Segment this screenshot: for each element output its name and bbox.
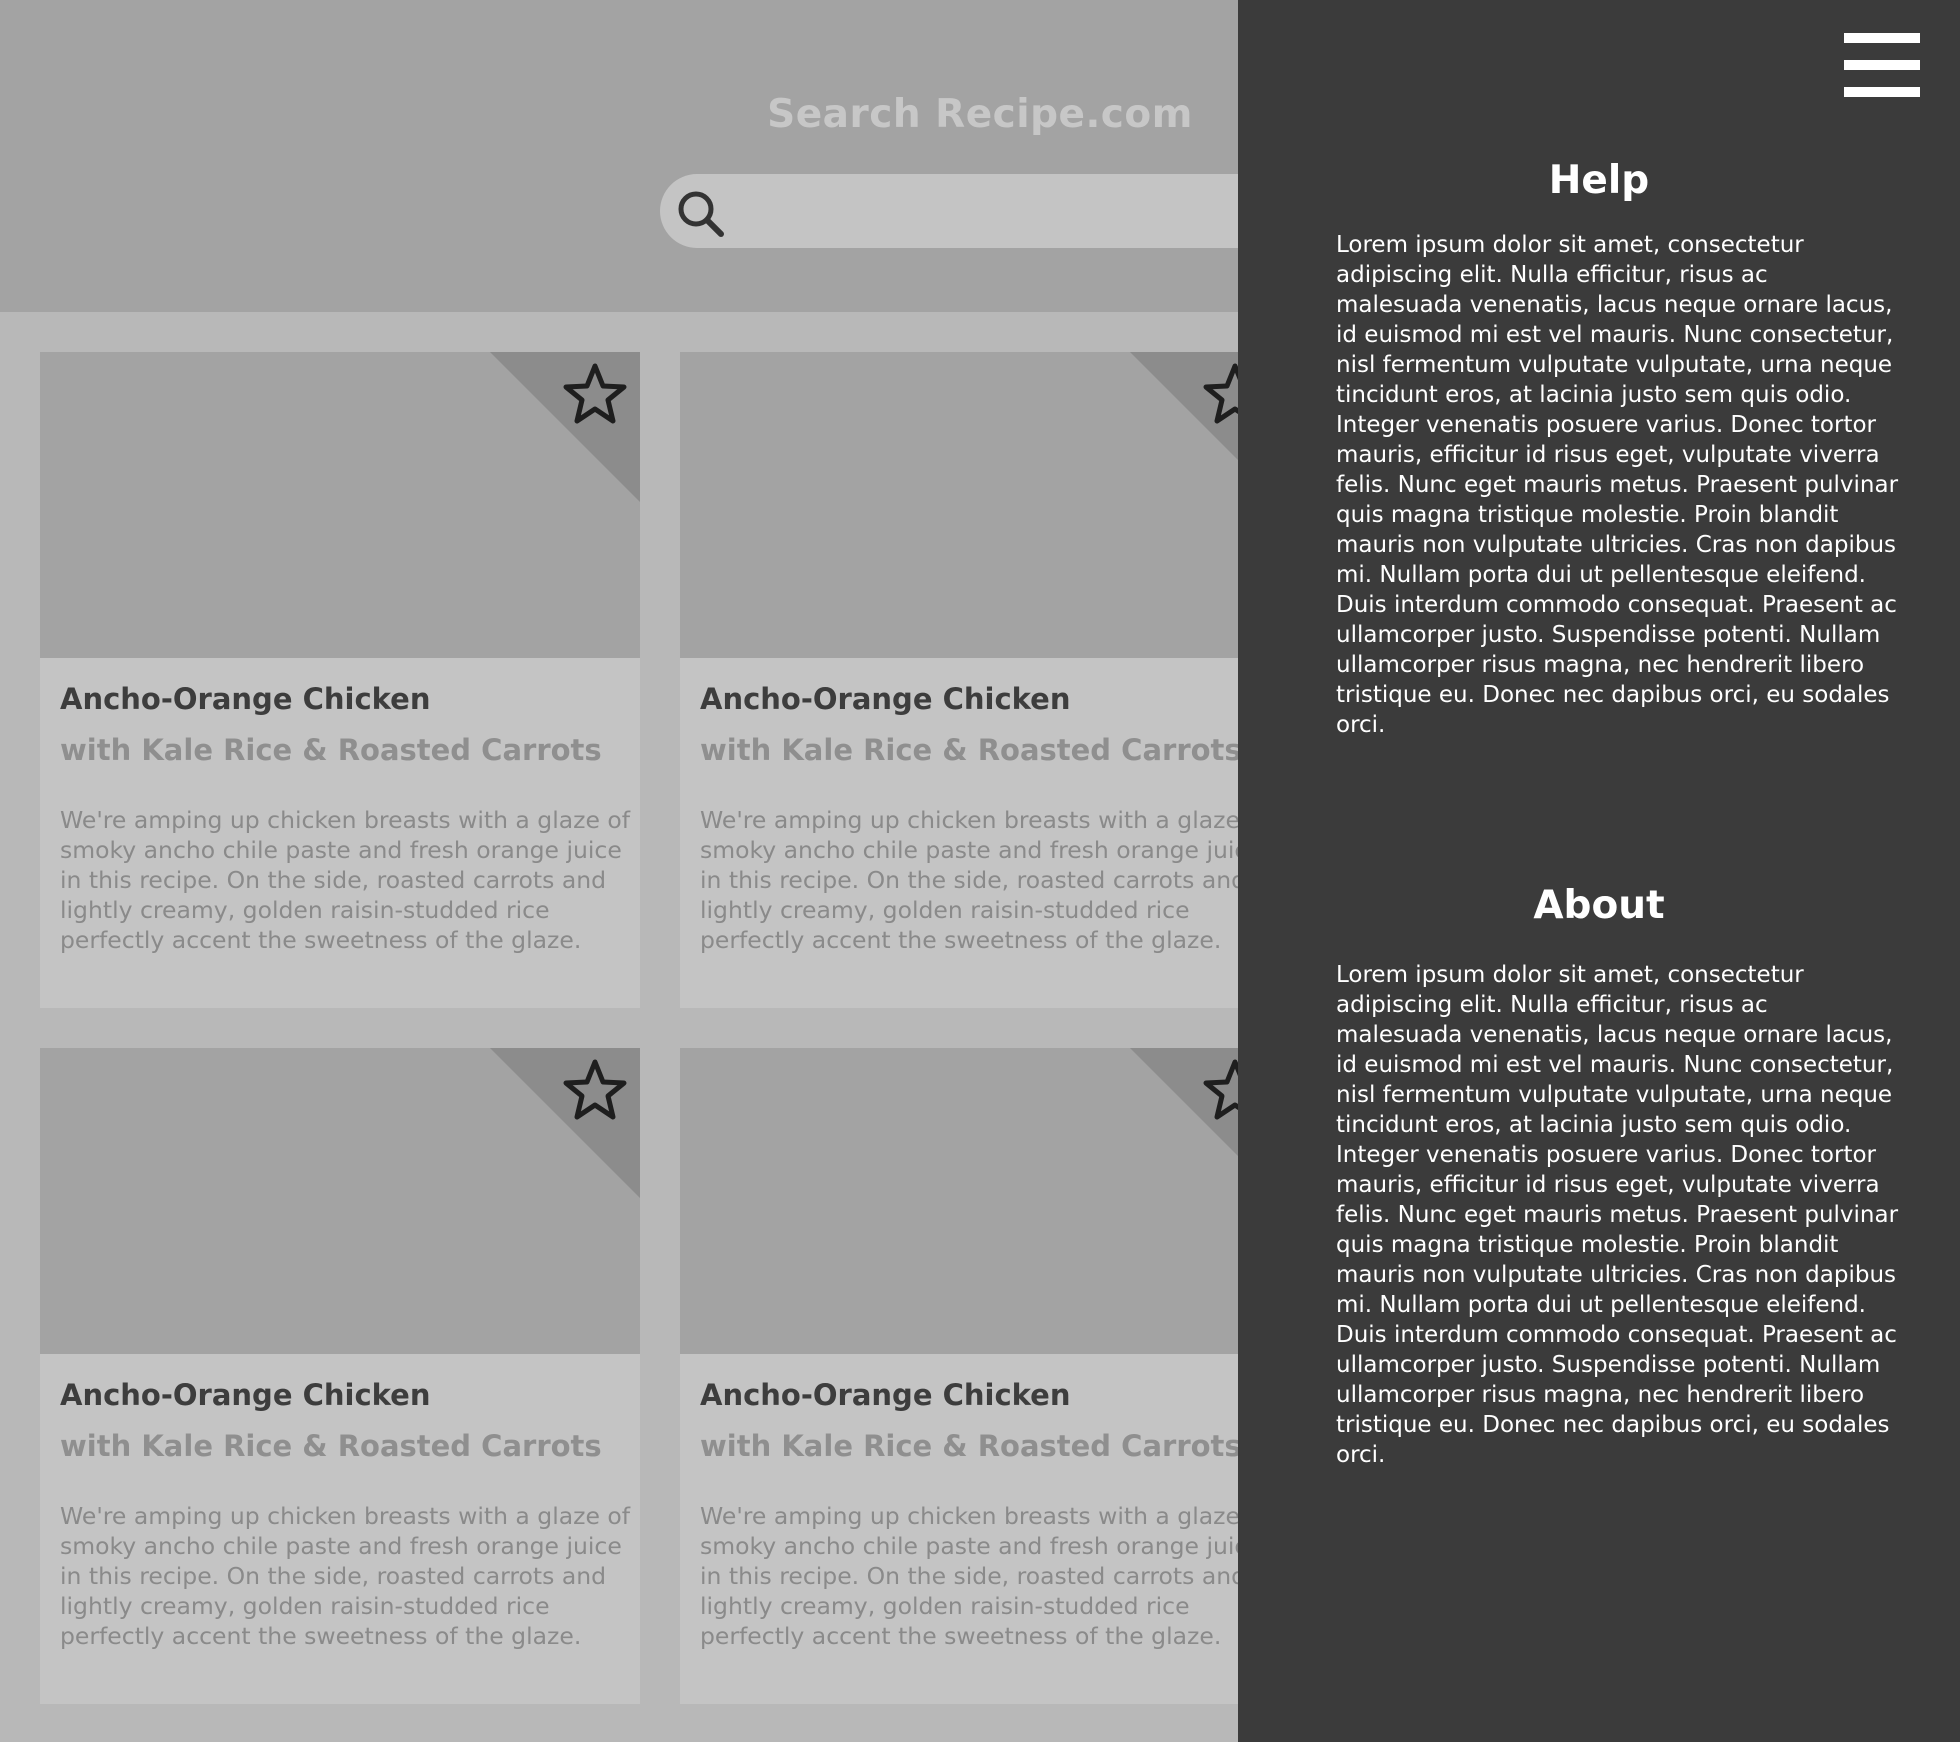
recipe-image-placeholder[interactable] (40, 1048, 640, 1354)
hamburger-menu-icon[interactable] (1844, 33, 1920, 97)
recipe-subtitle: with Kale Rice & Roasted Carrots (60, 733, 602, 767)
recipe-description: We're amping up chicken breasts with a g… (700, 1502, 1271, 1650)
help-text: Lorem ipsum dolor sit amet, consectetur … (1336, 232, 1899, 738)
recipe-subtitle: with Kale Rice & Roasted Carrots (700, 733, 1242, 767)
recipe-description: We're amping up chicken breasts with a g… (60, 1502, 631, 1650)
recipe-image-placeholder[interactable] (680, 352, 1280, 658)
recipe-card[interactable]: Ancho-Orange Chicken with Kale Rice & Ro… (680, 352, 1280, 1008)
recipe-card[interactable]: Ancho-Orange Chicken with Kale Rice & Ro… (40, 1048, 640, 1704)
recipe-title[interactable]: Ancho-Orange Chicken (700, 682, 1070, 716)
recipe-image-placeholder[interactable] (40, 352, 640, 658)
recipe-subtitle: with Kale Rice & Roasted Carrots (60, 1429, 602, 1463)
about-heading: About (1533, 883, 1665, 928)
recipe-card[interactable]: Ancho-Orange Chicken with Kale Rice & Ro… (680, 1048, 1280, 1704)
side-drawer: Help Lorem ipsum dolor sit amet, consect… (1238, 0, 1960, 1742)
site-title: Search Recipe.com (767, 92, 1193, 137)
about-text: Lorem ipsum dolor sit amet, consectetur … (1336, 962, 1899, 1468)
recipe-title[interactable]: Ancho-Orange Chicken (60, 682, 430, 716)
recipe-subtitle: with Kale Rice & Roasted Carrots (700, 1429, 1242, 1463)
star-outline-icon[interactable] (560, 1056, 630, 1126)
recipe-description: We're amping up chicken breasts with a g… (700, 806, 1271, 954)
star-outline-icon[interactable] (560, 360, 630, 430)
search-icon[interactable] (674, 188, 730, 238)
recipe-description: We're amping up chicken breasts with a g… (60, 806, 631, 954)
recipe-title[interactable]: Ancho-Orange Chicken (60, 1378, 430, 1412)
recipe-card[interactable]: Ancho-Orange Chicken with Kale Rice & Ro… (40, 352, 640, 1008)
recipe-image-placeholder[interactable] (680, 1048, 1280, 1354)
help-heading: Help (1548, 158, 1650, 203)
recipe-title[interactable]: Ancho-Orange Chicken (700, 1378, 1070, 1412)
